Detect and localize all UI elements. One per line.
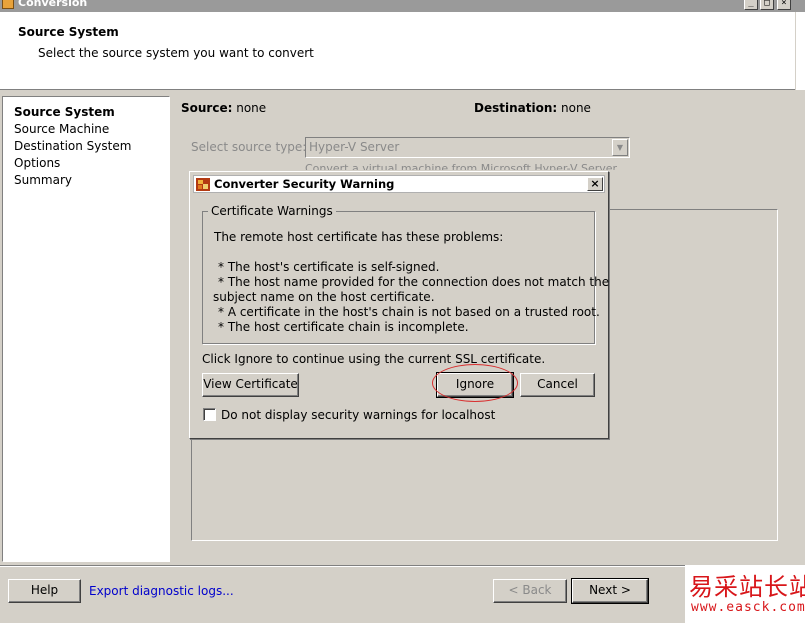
page-title: Source System — [18, 25, 119, 39]
converter-app-icon — [196, 178, 210, 191]
source-type-description: Convert a virtual machine from Microsoft… — [305, 162, 618, 170]
nav-item-summary[interactable]: Summary — [14, 173, 72, 187]
source-value: none — [236, 101, 267, 115]
security-warning-dialog: Converter Security Warning × Certificate… — [189, 171, 609, 439]
source-type-select[interactable]: Hyper-V Server ▼ — [305, 137, 630, 158]
watermark-url: www.easck.com — [691, 600, 805, 615]
warning-intro: The remote host certificate has these pr… — [214, 230, 504, 244]
header-scroll-edge — [795, 12, 805, 90]
next-button[interactable]: Next > — [571, 578, 649, 604]
source-type-label: Select source type: — [191, 140, 307, 154]
warning-item: * A certificate in the host's chain is n… — [218, 305, 600, 319]
page-subtitle: Select the source system you want to con… — [38, 46, 314, 60]
export-diagnostic-logs-link[interactable]: Export diagnostic logs... — [89, 584, 234, 598]
close-icon[interactable]: × — [587, 177, 603, 191]
warning-item-continued: subject name on the host certificate. — [213, 290, 435, 304]
group-title: Certificate Warnings — [208, 204, 336, 218]
nav-item-source-machine[interactable]: Source Machine — [14, 122, 109, 136]
highlight-circle — [432, 364, 518, 402]
ignore-instruction: Click Ignore to continue using the curre… — [202, 352, 546, 366]
warning-item: * The host's certificate is self-signed. — [218, 260, 440, 274]
minimize-button[interactable]: _ — [744, 0, 758, 10]
site-watermark: 易采站长站 www.easck.com — [685, 565, 805, 623]
warning-item: * The host certificate chain is incomple… — [218, 320, 469, 334]
watermark-chinese-text: 易采站长站 — [689, 573, 805, 601]
destination-label: Destination: — [474, 101, 558, 115]
dialog-title: Converter Security Warning — [214, 177, 395, 191]
nav-item-source-system[interactable]: Source System — [14, 105, 115, 119]
suppress-warnings-checkbox[interactable] — [203, 408, 216, 421]
maximize-button[interactable]: □ — [760, 0, 774, 10]
destination-summary: Destination: none — [474, 101, 591, 115]
source-type-value: Hyper-V Server — [309, 140, 400, 154]
source-label: Source: — [181, 101, 233, 115]
wizard-header: Source System Select the source system y… — [0, 12, 805, 90]
app-icon — [2, 0, 14, 9]
source-summary: Source: none — [181, 101, 266, 115]
close-window-button[interactable]: × — [777, 0, 791, 10]
help-button[interactable]: Help — [8, 579, 81, 603]
back-button[interactable]: < Back — [493, 579, 567, 603]
cancel-button[interactable]: Cancel — [520, 373, 595, 397]
window-title: Conversion — [18, 0, 88, 9]
destination-value: none — [561, 101, 591, 115]
suppress-warnings-label[interactable]: Do not display security warnings for loc… — [221, 408, 495, 422]
chevron-down-icon[interactable]: ▼ — [612, 139, 628, 156]
view-certificate-button[interactable]: View Certificate — [202, 373, 299, 397]
wizard-step-list: Source System Source Machine Destination… — [2, 96, 170, 562]
dialog-title-bar[interactable]: Converter Security Warning × — [193, 175, 605, 193]
nav-item-destination-system[interactable]: Destination System — [14, 139, 131, 153]
nav-item-options[interactable]: Options — [14, 156, 60, 170]
window-title-bar[interactable]: Conversion _ □ × — [0, 0, 805, 12]
warning-item: * The host name provided for the connect… — [218, 275, 610, 289]
